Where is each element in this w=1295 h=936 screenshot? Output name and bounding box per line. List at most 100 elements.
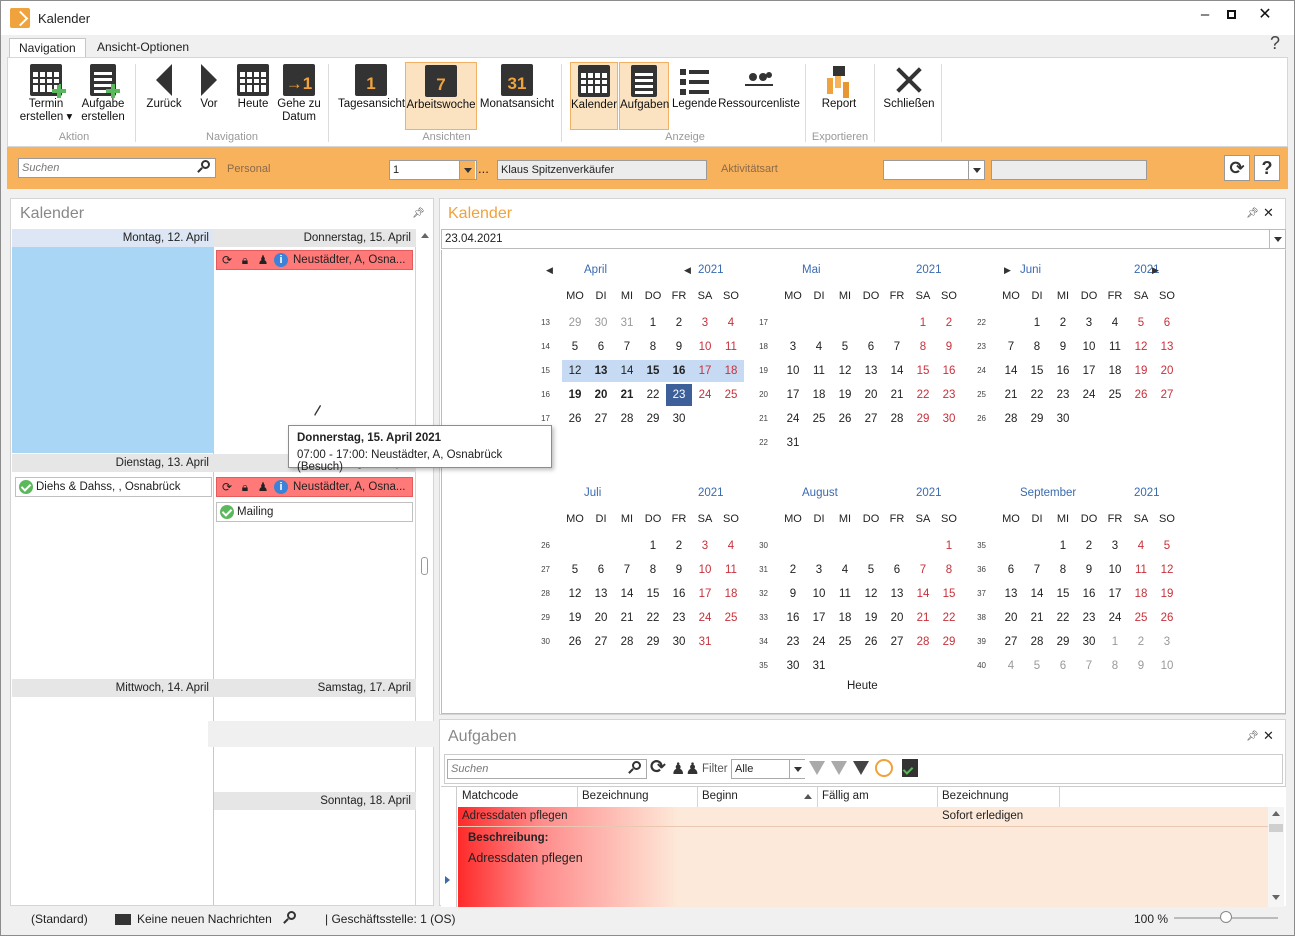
day-cell-monday[interactable] bbox=[12, 247, 214, 453]
search-icon[interactable] bbox=[628, 761, 642, 775]
users-icon[interactable]: ♟♟ bbox=[671, 759, 700, 779]
calendar-day[interactable]: 14 bbox=[614, 583, 640, 605]
calendar-day[interactable]: 25 bbox=[806, 408, 832, 430]
calendar-day[interactable]: 2 bbox=[1050, 312, 1076, 334]
help-icon[interactable]: ? bbox=[1270, 33, 1280, 54]
calendar-day[interactable]: 29 bbox=[1050, 631, 1076, 653]
col-matchcode[interactable]: Matchcode bbox=[458, 787, 578, 807]
calendar-day[interactable]: 3 bbox=[780, 336, 806, 358]
maximize-icon[interactable] bbox=[1217, 5, 1245, 25]
calendar-day[interactable]: 19 bbox=[832, 384, 858, 406]
calendar-day[interactable]: 30 bbox=[1050, 408, 1076, 430]
calendar-day[interactable]: 14 bbox=[614, 360, 640, 382]
arbeitswoche-button[interactable]: 7 Arbeitswoche bbox=[405, 62, 477, 130]
aufgabe-erstellen-button[interactable]: Aufgabe erstellen bbox=[76, 62, 130, 130]
calendar-day[interactable]: 1 bbox=[1024, 312, 1050, 334]
calendar-day[interactable]: 7 bbox=[998, 336, 1024, 358]
calendar-day[interactable]: 27 bbox=[884, 631, 910, 653]
calendar-day[interactable]: 30 bbox=[1076, 631, 1102, 653]
table-row[interactable]: Adressdaten pflegen Sofort erledigen bbox=[458, 807, 1268, 827]
calendar-day[interactable]: 14 bbox=[998, 360, 1024, 382]
clock-icon[interactable] bbox=[875, 759, 893, 777]
calendar-day[interactable]: 1 bbox=[640, 312, 666, 334]
calendar-day[interactable]: 18 bbox=[1128, 583, 1154, 605]
calendar-day[interactable]: 10 bbox=[1154, 655, 1180, 677]
calendar-day[interactable]: 12 bbox=[1154, 559, 1180, 581]
calendar-day[interactable]: 9 bbox=[1076, 559, 1102, 581]
calendar-day[interactable]: 6 bbox=[1154, 312, 1180, 334]
funnel-clear-icon[interactable] bbox=[831, 761, 847, 775]
calendar-day[interactable]: 8 bbox=[936, 559, 962, 581]
calendar-day[interactable]: 16 bbox=[666, 583, 692, 605]
calendar-day[interactable]: 29 bbox=[1024, 408, 1050, 430]
calendar-day[interactable]: 9 bbox=[1050, 336, 1076, 358]
calendar-day[interactable]: 13 bbox=[884, 583, 910, 605]
calendar-day[interactable]: 18 bbox=[718, 583, 744, 605]
monatsansicht-button[interactable]: 31 Monatsansicht bbox=[479, 62, 555, 130]
calendar-day[interactable]: 25 bbox=[832, 631, 858, 653]
calendar-day[interactable]: 6 bbox=[588, 559, 614, 581]
calendar-day[interactable]: 30 bbox=[936, 408, 962, 430]
calendar-day[interactable]: 17 bbox=[806, 607, 832, 629]
calendar-day[interactable]: 24 bbox=[806, 631, 832, 653]
calendar-day[interactable]: 12 bbox=[562, 583, 588, 605]
aufgaben-toggle-button[interactable]: Aufgaben bbox=[619, 62, 669, 130]
calendar-day[interactable]: 21 bbox=[614, 607, 640, 629]
calendar-day[interactable]: 21 bbox=[1024, 607, 1050, 629]
dayview-scrollbar[interactable] bbox=[417, 229, 433, 905]
appointment-mailing[interactable]: Mailing bbox=[216, 502, 413, 522]
pin-icon[interactable]: 📌︎ bbox=[1246, 731, 1259, 742]
calendar-day[interactable]: 2 bbox=[666, 535, 692, 557]
calendar-day[interactable]: 28 bbox=[1024, 631, 1050, 653]
calendar-day[interactable]: 8 bbox=[1102, 655, 1128, 677]
calendar-day[interactable]: 25 bbox=[718, 384, 744, 406]
tab-navigation[interactable]: Navigation bbox=[9, 38, 86, 58]
calendar-day[interactable]: 9 bbox=[780, 583, 806, 605]
calendar-day[interactable]: 19 bbox=[1154, 583, 1180, 605]
calendar-day[interactable]: 16 bbox=[780, 607, 806, 629]
calendar-day[interactable]: 1 bbox=[936, 535, 962, 557]
calendar-day[interactable]: 27 bbox=[588, 631, 614, 653]
calendar-day[interactable]: 9 bbox=[666, 336, 692, 358]
calendar-day[interactable]: 17 bbox=[1102, 583, 1128, 605]
calendar-day[interactable]: 9 bbox=[1128, 655, 1154, 677]
calendar-day[interactable]: 12 bbox=[562, 360, 588, 382]
calendar-day[interactable]: 22 bbox=[640, 384, 666, 406]
calendar-day[interactable]: 29 bbox=[910, 408, 936, 430]
calendar-day[interactable]: 8 bbox=[910, 336, 936, 358]
ressourcenliste-button[interactable]: Ressourcenliste bbox=[718, 62, 800, 130]
pin-icon[interactable]: 📌︎ bbox=[412, 208, 425, 219]
filter-dropdown-icon[interactable] bbox=[789, 760, 805, 778]
calendar-day[interactable]: 28 bbox=[998, 408, 1024, 430]
calendar-day[interactable]: 26 bbox=[1154, 607, 1180, 629]
calendar-day[interactable]: 16 bbox=[666, 360, 692, 382]
calendar-day[interactable]: 11 bbox=[1102, 336, 1128, 358]
calendar-day[interactable]: 28 bbox=[910, 631, 936, 653]
calendar-day[interactable]: 5 bbox=[832, 336, 858, 358]
col-beginn[interactable]: Beginn bbox=[698, 787, 818, 807]
calendar-day[interactable]: 11 bbox=[718, 559, 744, 581]
calendar-day[interactable]: 30 bbox=[666, 631, 692, 653]
col-faellig-am[interactable]: Fällig am bbox=[818, 787, 938, 807]
calendar-day[interactable]: 12 bbox=[832, 360, 858, 382]
calendar-day[interactable]: 11 bbox=[832, 583, 858, 605]
calendar-day[interactable]: 12 bbox=[1128, 336, 1154, 358]
calendar-day[interactable]: 4 bbox=[718, 312, 744, 334]
close-panel-icon[interactable]: ✕ bbox=[1263, 205, 1274, 221]
calendar-day[interactable]: 28 bbox=[614, 408, 640, 430]
calendar-day[interactable]: 19 bbox=[562, 607, 588, 629]
calendar-day[interactable]: 18 bbox=[718, 360, 744, 382]
refresh-icon[interactable]: ⟳ bbox=[1224, 155, 1250, 181]
calendar-day[interactable]: 11 bbox=[718, 336, 744, 358]
calendar-day[interactable]: 27 bbox=[858, 408, 884, 430]
calendar-day[interactable]: 13 bbox=[588, 360, 614, 382]
calendar-day[interactable]: 4 bbox=[1102, 312, 1128, 334]
calendar-day[interactable]: 16 bbox=[1076, 583, 1102, 605]
status-messages[interactable]: Keine neuen Nachrichten bbox=[137, 912, 272, 926]
calendar-day[interactable]: 5 bbox=[562, 559, 588, 581]
calendar-day[interactable]: 22 bbox=[640, 607, 666, 629]
calendar-day[interactable]: 29 bbox=[936, 631, 962, 653]
calendar-day[interactable]: 25 bbox=[718, 607, 744, 629]
calendar-day[interactable]: 5 bbox=[1128, 312, 1154, 334]
search-input[interactable]: Suchen bbox=[18, 158, 216, 178]
